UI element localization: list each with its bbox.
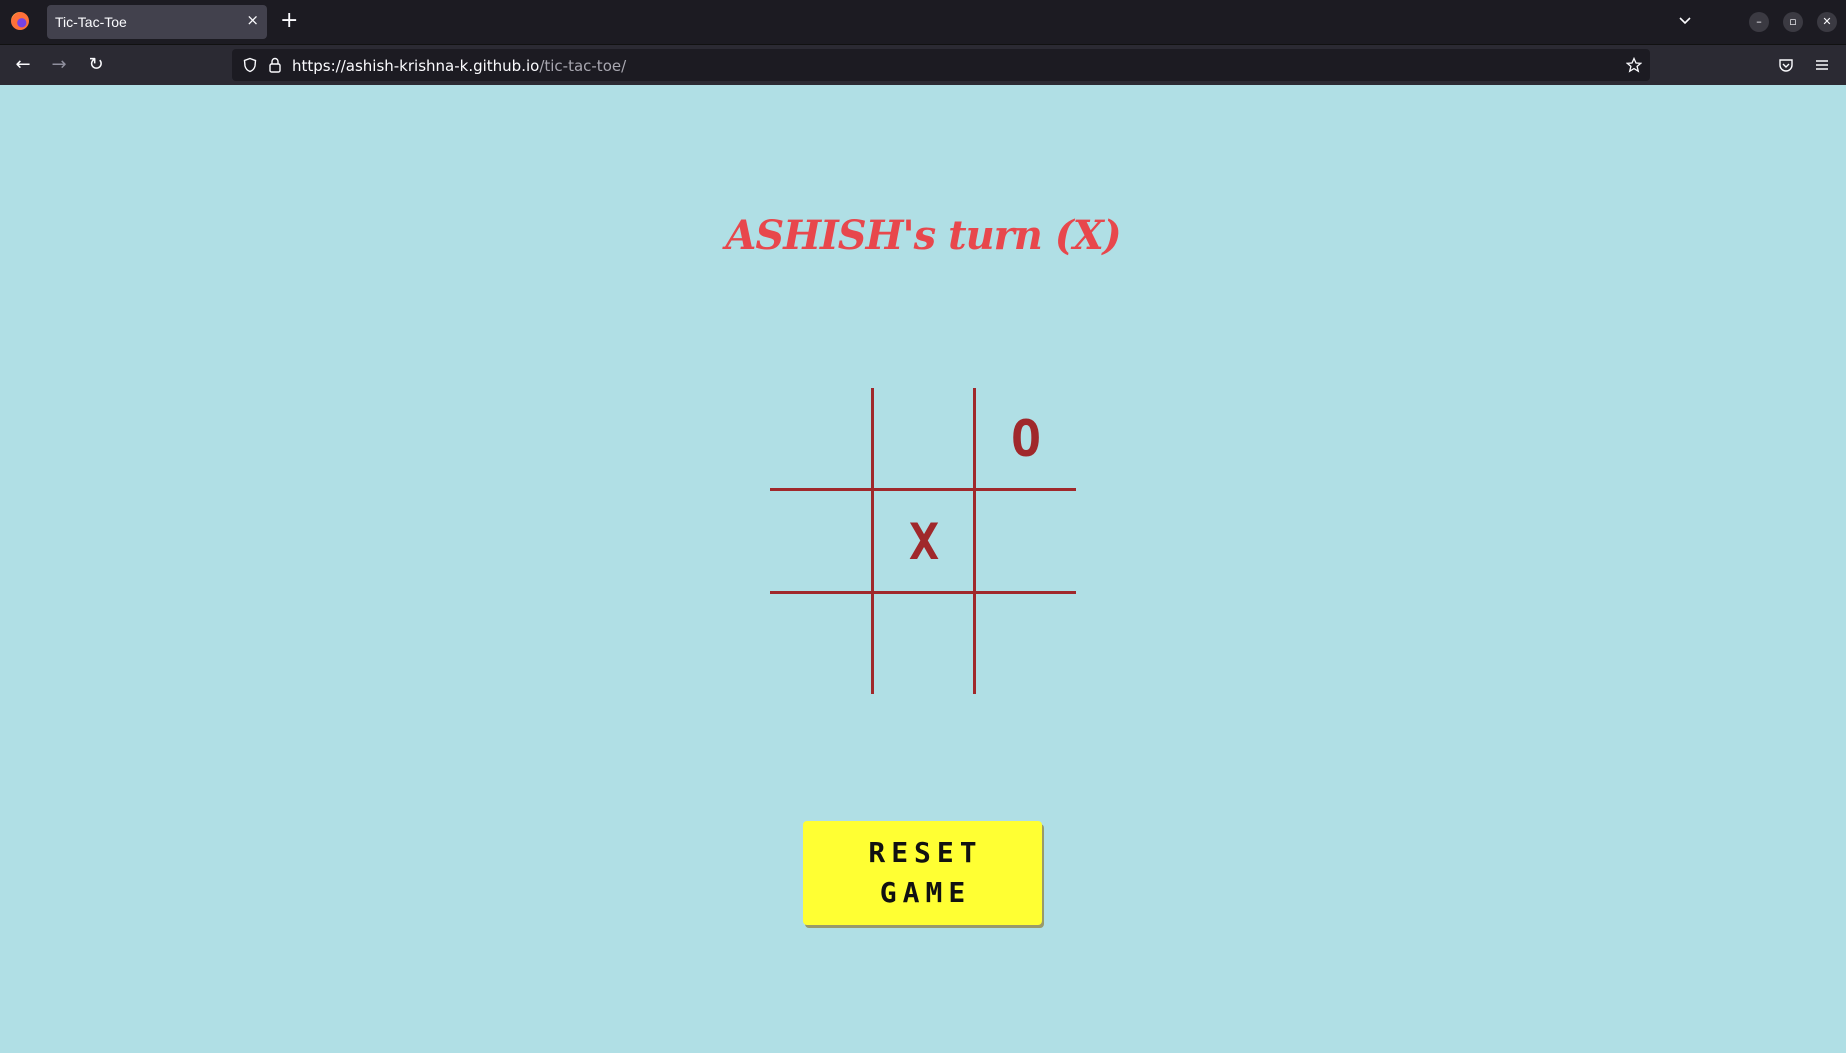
- bookmark-star-icon[interactable]: [1626, 57, 1642, 73]
- tab-title: Tic-Tac-Toe: [55, 14, 127, 30]
- board-cell-8[interactable]: [873, 593, 975, 695]
- close-window-icon[interactable]: ✕: [1817, 12, 1837, 32]
- board-cell-7[interactable]: [770, 593, 872, 695]
- firefox-logo-icon: [11, 12, 29, 30]
- restore-icon[interactable]: ▫: [1783, 12, 1803, 32]
- navigation-bar: ← → ↻ https://ashish-krishna-k.github.io…: [0, 44, 1846, 85]
- new-tab-button[interactable]: +: [280, 8, 298, 34]
- url-text: https://ashish-krishna-k.github.io/tic-t…: [292, 57, 626, 75]
- board-cell-5[interactable]: X: [873, 491, 975, 593]
- lock-icon[interactable]: [268, 57, 282, 73]
- turn-status: ASHISH's turn (X): [725, 212, 1121, 259]
- menu-hamburger-icon[interactable]: [1814, 57, 1830, 73]
- forward-icon[interactable]: →: [48, 54, 70, 76]
- tab-close-icon[interactable]: ×: [246, 11, 259, 29]
- shield-icon[interactable]: [242, 57, 258, 73]
- url-path: /tic-tac-toe/: [539, 57, 627, 75]
- list-tabs-chevron-icon[interactable]: [1677, 12, 1693, 28]
- cell-mark: X: [908, 513, 940, 571]
- url-bar[interactable]: https://ashish-krishna-k.github.io/tic-t…: [232, 49, 1650, 81]
- board-cell-2[interactable]: [873, 388, 975, 490]
- browser-tab[interactable]: Tic-Tac-Toe ×: [47, 5, 267, 39]
- cell-mark: O: [1010, 410, 1042, 468]
- board-cell-3[interactable]: O: [975, 388, 1077, 490]
- board-cell-9[interactable]: [975, 593, 1077, 695]
- reload-icon[interactable]: ↻: [85, 54, 107, 76]
- back-icon[interactable]: ←: [12, 54, 34, 76]
- board-cell-6[interactable]: [975, 491, 1077, 593]
- minimize-icon[interactable]: –: [1749, 12, 1769, 32]
- reset-game-button[interactable]: RESET GAME: [803, 821, 1042, 925]
- page-content: ASHISH's turn (X) O X RESET GAME: [0, 85, 1846, 1053]
- board-cell-4[interactable]: [770, 491, 872, 593]
- game-board: O X: [770, 388, 1076, 694]
- url-host: https://ashish-krishna-k.github.io: [292, 57, 540, 75]
- tab-bar: Tic-Tac-Toe × + – ▫ ✕: [0, 0, 1846, 44]
- board-cell-1[interactable]: [770, 388, 872, 490]
- pocket-icon[interactable]: [1778, 57, 1794, 73]
